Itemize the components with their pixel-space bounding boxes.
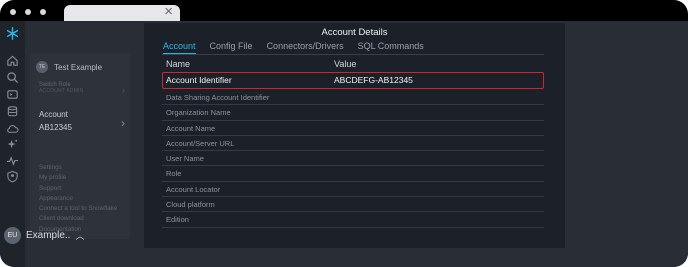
table-row[interactable]: Account Name [162, 121, 544, 136]
account-item[interactable]: Account AB12345 › [39, 110, 129, 132]
window-close-dot[interactable] [10, 9, 16, 15]
workspace-switcher[interactable]: TE Test Example [36, 59, 130, 75]
table-row[interactable]: Data Sharing Account Identifier [162, 90, 544, 106]
settings-link[interactable]: Settings [39, 163, 117, 173]
row-name: Cloud platform [166, 200, 215, 210]
row-value[interactable]: ABCDEFG-AB12345 [334, 75, 413, 85]
window-minimize-dot[interactable] [25, 9, 31, 15]
chevron-right-icon: › [121, 116, 125, 130]
window-maximize-dot[interactable] [40, 9, 46, 15]
monitoring-icon[interactable] [6, 154, 19, 167]
projects-icon[interactable] [6, 88, 19, 101]
window-controls [10, 9, 46, 15]
account-label: Account [39, 110, 68, 119]
app-frame: TE Test Example Switch Role ACCOUNT ADMI… [0, 21, 688, 267]
row-name: Account Name [166, 123, 216, 133]
row-name: Account/Server URL [166, 138, 235, 148]
tabs-divider [162, 54, 544, 55]
tab-config-file[interactable]: Config File [210, 41, 253, 55]
row-name: Account Locator [166, 184, 221, 194]
row-name: Edition [166, 215, 189, 225]
user-menu-panel: TE Test Example Switch Role ACCOUNT ADMI… [30, 53, 130, 239]
account-value: AB12345 [39, 123, 72, 132]
row-name: Account Identifier [166, 75, 232, 85]
my-profile-link[interactable]: My profile [39, 173, 117, 183]
dialog-title: Account Details [321, 27, 388, 38]
close-tab-icon[interactable]: × [164, 4, 173, 20]
snowflake-icon[interactable] [6, 27, 19, 40]
account-details-dialog: Account Details Account Config File Conn… [144, 23, 565, 248]
avatar: EU [4, 226, 21, 244]
table-row[interactable]: Account/Server URL [162, 136, 544, 152]
dialog-tabs: Account Config File Connectors/Drivers S… [163, 41, 438, 55]
connect-tool-link[interactable]: Connect a tool to Snowflake [39, 204, 117, 214]
column-header-name: Name [166, 59, 191, 69]
table-row[interactable]: Edition [162, 212, 544, 228]
table-row[interactable]: Role [162, 166, 544, 182]
switch-role-value: ACCOUNT ADMIN [39, 88, 84, 94]
table-row-account-identifier[interactable]: Account Identifier ABCDEFG-AB12345 [162, 72, 544, 89]
table-row[interactable]: User Name [162, 151, 544, 167]
account-details-table: Account Identifier ABCDEFG-AB12345 Data … [162, 72, 544, 228]
admin-icon[interactable] [6, 170, 19, 183]
tab-account[interactable]: Account [163, 41, 196, 55]
table-row[interactable]: Organization Name [162, 105, 544, 121]
data-icon[interactable] [6, 105, 19, 118]
support-link[interactable]: Support [39, 184, 117, 194]
chevron-up-icon: ︿ [75, 230, 85, 241]
switch-role-item[interactable]: Switch Role ACCOUNT ADMIN › [39, 82, 129, 95]
background-area [565, 21, 688, 267]
column-header-value: Value [334, 59, 357, 69]
row-name: User Name [166, 154, 204, 164]
appearance-link[interactable]: Appearance [39, 194, 117, 204]
user-name: Example.. [26, 229, 71, 241]
table-row[interactable]: Cloud platform [162, 197, 544, 213]
row-name: Role [166, 169, 182, 179]
cloud-icon[interactable] [6, 122, 19, 135]
workspace-name: Test Example [54, 62, 103, 72]
row-name: Organization Name [166, 108, 231, 118]
workspace-badge: TE [36, 61, 48, 73]
row-name: Data Sharing Account Identifier [166, 93, 270, 102]
home-icon[interactable] [6, 54, 19, 67]
tab-connectors-drivers[interactable]: Connectors/Drivers [267, 41, 344, 55]
tab-sql-commands[interactable]: SQL Commands [358, 41, 424, 55]
search-icon[interactable] [6, 71, 19, 84]
ai-icon[interactable] [6, 138, 19, 151]
browser-window: × TE Test Example Switch Role ACCOUNT AD… [0, 0, 688, 267]
browser-tab[interactable]: × [64, 4, 180, 21]
table-row[interactable]: Account Locator [162, 182, 544, 198]
chevron-right-icon: › [122, 85, 125, 95]
user-menu-button[interactable]: EU Example.. ︿ [4, 224, 88, 246]
